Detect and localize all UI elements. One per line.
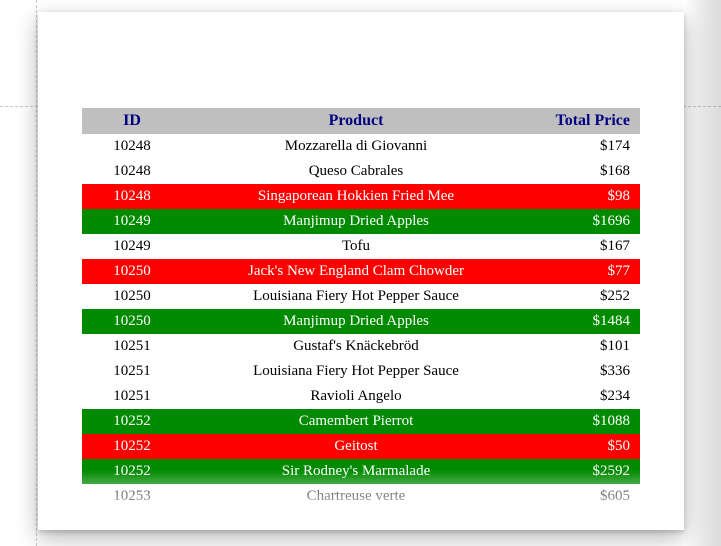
- cell-total-price: $1484: [530, 309, 640, 334]
- table-row: 10251Gustaf's Knäckebröd$101: [82, 334, 640, 359]
- cell-id: 10251: [82, 334, 182, 359]
- cell-total-price: $252: [530, 284, 640, 309]
- right-edge-shadow: [685, 0, 721, 546]
- table-row: 10251Louisiana Fiery Hot Pepper Sauce$33…: [82, 359, 640, 384]
- table-row: 10250Manjimup Dried Apples$1484: [82, 309, 640, 334]
- cell-total-price: $174: [530, 134, 640, 159]
- cell-product: Camembert Pierrot: [182, 409, 530, 434]
- table-row: 10252Geitost$50: [82, 434, 640, 459]
- cell-product: Gustaf's Knäckebröd: [182, 334, 530, 359]
- cell-id: 10250: [82, 309, 182, 334]
- cell-product: Tofu: [182, 234, 530, 259]
- cell-product: Geitost: [182, 434, 530, 459]
- cell-id: 10249: [82, 209, 182, 234]
- cell-id: 10251: [82, 384, 182, 409]
- cell-product: Louisiana Fiery Hot Pepper Sauce: [182, 359, 530, 384]
- table-row: 10250Jack's New England Clam Chowder$77: [82, 259, 640, 284]
- column-header-total-price: Total Price: [530, 108, 640, 134]
- cell-total-price: $605: [530, 484, 640, 509]
- cell-total-price: $50: [530, 434, 640, 459]
- table-row: 10252Sir Rodney's Marmalade$2592: [82, 459, 640, 484]
- cell-id: 10250: [82, 259, 182, 284]
- cell-product: Queso Cabrales: [182, 159, 530, 184]
- table-row: 10248Queso Cabrales$168: [82, 159, 640, 184]
- table-row: 10251Ravioli Angelo$234: [82, 384, 640, 409]
- cell-product: Singaporean Hokkien Fried Mee: [182, 184, 530, 209]
- cell-product: Chartreuse verte: [182, 484, 530, 509]
- cell-id: 10252: [82, 459, 182, 484]
- table-row: 10253Chartreuse verte$605: [82, 484, 640, 509]
- table-row: 10250Louisiana Fiery Hot Pepper Sauce$25…: [82, 284, 640, 309]
- cell-total-price: $1088: [530, 409, 640, 434]
- cell-total-price: $77: [530, 259, 640, 284]
- cell-total-price: $168: [530, 159, 640, 184]
- cell-product: Jack's New England Clam Chowder: [182, 259, 530, 284]
- cell-total-price: $1696: [530, 209, 640, 234]
- cell-id: 10252: [82, 409, 182, 434]
- cell-total-price: $2592: [530, 459, 640, 484]
- cell-id: 10249: [82, 234, 182, 259]
- cell-id: 10253: [82, 484, 182, 509]
- table-row: 10249Manjimup Dried Apples$1696: [82, 209, 640, 234]
- table-row: 10252Camembert Pierrot$1088: [82, 409, 640, 434]
- column-header-id: ID: [82, 108, 182, 134]
- cell-id: 10248: [82, 184, 182, 209]
- cell-total-price: $234: [530, 384, 640, 409]
- cell-id: 10248: [82, 134, 182, 159]
- cell-total-price: $101: [530, 334, 640, 359]
- cell-total-price: $98: [530, 184, 640, 209]
- table-row: 10249Tofu$167: [82, 234, 640, 259]
- report-stage: ID Product Total Price 10248Mozzarella d…: [0, 0, 721, 546]
- table-row: 10248Mozzarella di Giovanni$174: [82, 134, 640, 159]
- cell-product: Manjimup Dried Apples: [182, 209, 530, 234]
- cell-id: 10251: [82, 359, 182, 384]
- table-row: 10248Singaporean Hokkien Fried Mee$98: [82, 184, 640, 209]
- cell-product: Manjimup Dried Apples: [182, 309, 530, 334]
- cell-total-price: $336: [530, 359, 640, 384]
- cell-id: 10250: [82, 284, 182, 309]
- cell-id: 10248: [82, 159, 182, 184]
- table-body: 10248Mozzarella di Giovanni$17410248Ques…: [82, 134, 640, 509]
- cell-product: Louisiana Fiery Hot Pepper Sauce: [182, 284, 530, 309]
- cell-id: 10252: [82, 434, 182, 459]
- report-page: ID Product Total Price 10248Mozzarella d…: [38, 12, 684, 530]
- cell-product: Sir Rodney's Marmalade: [182, 459, 530, 484]
- cell-product: Mozzarella di Giovanni: [182, 134, 530, 159]
- column-header-product: Product: [182, 108, 530, 134]
- margin-guide-vertical: [36, 0, 37, 546]
- table-header-row: ID Product Total Price: [82, 108, 640, 134]
- cell-product: Ravioli Angelo: [182, 384, 530, 409]
- cell-total-price: $167: [530, 234, 640, 259]
- order-details-table: ID Product Total Price 10248Mozzarella d…: [82, 108, 640, 509]
